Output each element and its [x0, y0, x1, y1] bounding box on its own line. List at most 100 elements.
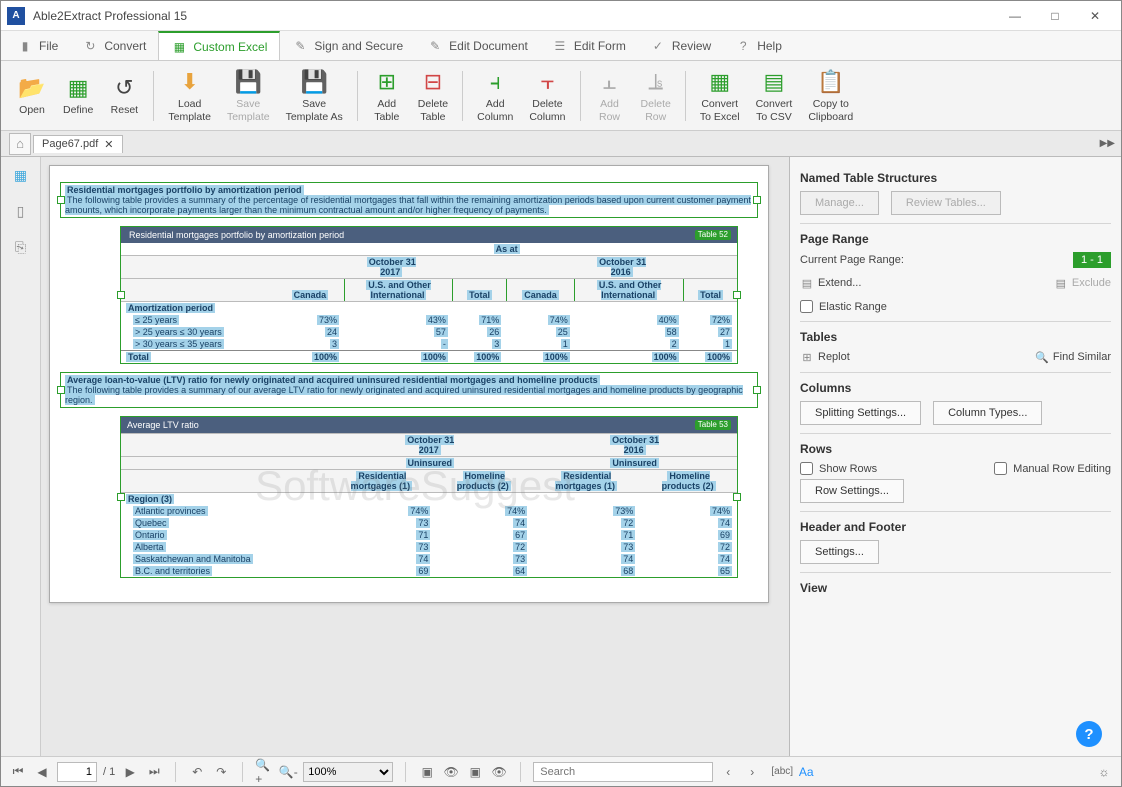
table-row: Saskatchewan and Manitoba74737474	[121, 553, 737, 565]
settings-button[interactable]: Settings...	[800, 540, 879, 564]
page-total: / 1	[103, 766, 115, 778]
reset-button[interactable]: ↺Reset	[101, 70, 147, 121]
menu-help[interactable]: ?Help	[723, 31, 794, 60]
page-viewport[interactable]: Residential mortgages portfolio by amort…	[41, 157, 789, 756]
zoom-out-button[interactable]: 🔍-	[279, 763, 297, 781]
app-icon: A	[7, 7, 25, 25]
view-mode-1-icon[interactable]: ▣	[418, 763, 436, 781]
rotate-right-button[interactable]: ↷	[212, 763, 230, 781]
search-input[interactable]	[533, 762, 713, 782]
minimize-button[interactable]: —	[995, 2, 1035, 30]
delete-column-button[interactable]: ⫟Delete Column	[521, 64, 573, 127]
document-tab[interactable]: Page67.pdf ✕	[33, 135, 123, 153]
first-page-button[interactable]: ⏮	[9, 763, 27, 781]
view-mode-3-icon[interactable]: ▣	[466, 763, 484, 781]
left-rail: ▦ ▯ ⎘	[1, 157, 41, 756]
statusbar: ⏮ ◀ / 1 ▶ ⏭ ↶ ↷ 🔍+ 🔍- 100% ▣ 👁 ▣ 👁 ‹ › […	[1, 756, 1121, 786]
page-number-input[interactable]	[57, 762, 97, 782]
brightness-button[interactable]: ☼	[1095, 763, 1113, 781]
zoom-in-button[interactable]: 🔍+	[255, 763, 273, 781]
prev-page-button[interactable]: ◀	[33, 763, 51, 781]
extend-icon: ▤	[800, 276, 814, 290]
current-range-label: Current Page Range:	[800, 254, 904, 266]
find-similar-icon: 🔍	[1035, 350, 1049, 364]
convert-to-excel-button[interactable]: ▦Convert To Excel	[692, 64, 748, 127]
block2-para: The following table provides a summary o…	[65, 385, 743, 405]
block1-para: The following table provides a summary o…	[65, 195, 751, 215]
search-next-button[interactable]: ›	[743, 763, 761, 781]
table-row: Alberta73727372	[121, 541, 737, 553]
define-icon: ▦	[64, 74, 92, 102]
save-template-button[interactable]: 💾Save Template	[219, 64, 278, 127]
column-types-button[interactable]: Column Types...	[933, 401, 1042, 425]
add-column-button[interactable]: ⫞Add Column	[469, 64, 521, 127]
form-icon: ☰	[552, 38, 568, 54]
search-prev-button[interactable]: ‹	[719, 763, 737, 781]
folder-icon: 📂	[18, 74, 46, 102]
maximize-button[interactable]: □	[1035, 2, 1075, 30]
rotate-left-button[interactable]: ↶	[188, 763, 206, 781]
bookmarks-icon[interactable]: ▯	[7, 197, 35, 225]
convert-to-csv-button[interactable]: ▤Convert To CSV	[748, 64, 801, 127]
delete-table-button[interactable]: ⊟Delete Table	[410, 64, 456, 127]
delete-table-icon: ⊟	[419, 68, 447, 96]
menu-edit-form[interactable]: ☰Edit Form	[540, 31, 638, 60]
elastic-range-check[interactable]: Elastic Range	[800, 300, 1111, 313]
replot-link[interactable]: ⊞Replot	[800, 350, 850, 364]
home-tab[interactable]: ⌂	[9, 133, 31, 155]
delete-column-icon: ⫟	[533, 68, 561, 96]
menu-custom-excel[interactable]: ▦Custom Excel	[158, 31, 280, 60]
view-mode-2-icon[interactable]: 👁	[442, 763, 460, 781]
exclude-link[interactable]: ▤Exclude	[1054, 276, 1111, 290]
copy-to-clipboard-button[interactable]: 📋Copy to Clipboard	[800, 64, 861, 127]
collapse-arrow-icon[interactable]: ▶▶	[1100, 138, 1115, 149]
sect-named-tables: Named Table Structures	[800, 171, 1111, 185]
next-page-button[interactable]: ▶	[121, 763, 139, 781]
tab-close-icon[interactable]: ✕	[104, 138, 113, 151]
menu-review[interactable]: ✓Review	[638, 31, 723, 60]
delete-row-button[interactable]: ⫡Delete Row	[633, 64, 679, 127]
add-table-button[interactable]: ⊞Add Table	[364, 64, 410, 127]
excel-icon: ▦	[706, 68, 734, 96]
review-tables-button[interactable]: Review Tables...	[891, 191, 1001, 215]
manual-row-check[interactable]: Manual Row Editing	[994, 462, 1111, 475]
menu-convert[interactable]: ↻Convert	[70, 31, 158, 60]
show-rows-check[interactable]: Show Rows	[800, 462, 877, 475]
attachments-icon[interactable]: ⎘	[7, 233, 35, 261]
zoom-select[interactable]: 100%	[303, 762, 393, 782]
menu-file[interactable]: ▮File	[5, 31, 70, 60]
file-icon: ▮	[17, 38, 33, 54]
last-page-button[interactable]: ⏭	[145, 763, 163, 781]
splitting-settings-button[interactable]: Splitting Settings...	[800, 401, 921, 425]
row-settings-button[interactable]: Row Settings...	[800, 479, 904, 503]
table53-titlebar: Average LTV ratio Table 53	[121, 417, 737, 433]
menu-edit-document[interactable]: ✎Edit Document	[415, 31, 540, 60]
save-template-as-button[interactable]: 💾Save Template As	[278, 64, 351, 127]
open-button[interactable]: 📂Open	[9, 70, 55, 121]
extend-link[interactable]: ▤Extend...	[800, 276, 861, 290]
help-bubble[interactable]: ?	[1076, 721, 1102, 747]
document-tabs: ⌂ Page67.pdf ✕ ▶▶	[1, 131, 1121, 157]
exclude-icon: ▤	[1054, 276, 1068, 290]
manage-button[interactable]: Manage...	[800, 191, 879, 215]
find-similar-link[interactable]: 🔍Find Similar	[1035, 350, 1111, 364]
menu-sign-secure[interactable]: ✎Sign and Secure	[280, 31, 415, 60]
add-row-icon: ⫠	[596, 68, 624, 96]
match-case-button[interactable]: [abc]	[773, 763, 791, 781]
csv-icon: ▤	[760, 68, 788, 96]
table-row: > 25 years ≤ 30 years245726255827	[121, 326, 737, 338]
font-size-button[interactable]: Aa	[797, 763, 815, 781]
add-row-button[interactable]: ⫠Add Row	[587, 64, 633, 127]
close-button[interactable]: ✕	[1075, 2, 1115, 30]
ribbon: 📂Open ▦Define ↺Reset ⬇Load Template 💾Sav…	[1, 61, 1121, 131]
thumbnails-icon[interactable]: ▦	[7, 161, 35, 189]
sect-rows: Rows	[800, 442, 1111, 456]
review-icon: ✓	[650, 38, 666, 54]
table52-titlebar: Residential mortgages portfolio by amort…	[121, 227, 737, 243]
edit-doc-icon: ✎	[427, 38, 443, 54]
define-button[interactable]: ▦Define	[55, 70, 101, 121]
view-mode-4-icon[interactable]: 👁	[490, 763, 508, 781]
convert-icon: ↻	[82, 38, 98, 54]
load-template-button[interactable]: ⬇Load Template	[160, 64, 219, 127]
side-panel: Named Table Structures Manage... Review …	[789, 157, 1121, 756]
